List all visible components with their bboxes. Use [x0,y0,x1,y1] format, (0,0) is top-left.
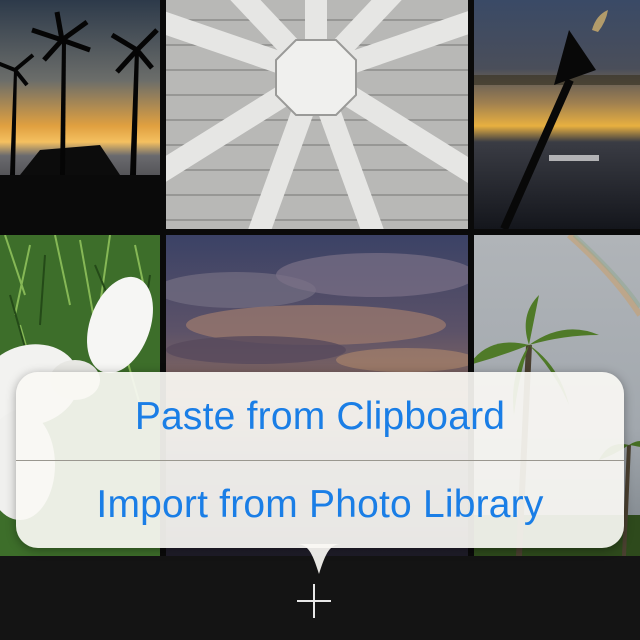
photo-thumbnail-tiki-torch[interactable] [474,0,640,229]
photo-thumbnail-palm-sunset[interactable] [0,0,160,229]
paste-from-clipboard-menu-item[interactable]: Paste from Clipboard [16,374,624,460]
import-options-popover: Paste from Clipboard Import from Photo L… [16,372,624,548]
add-button[interactable] [290,578,338,622]
plus-icon [297,584,331,618]
menu-divider [16,460,624,461]
photo-thumbnail-gazebo-ceiling[interactable] [166,0,468,229]
popover-arrow [296,544,342,576]
import-from-photo-library-menu-item[interactable]: Import from Photo Library [16,462,624,548]
